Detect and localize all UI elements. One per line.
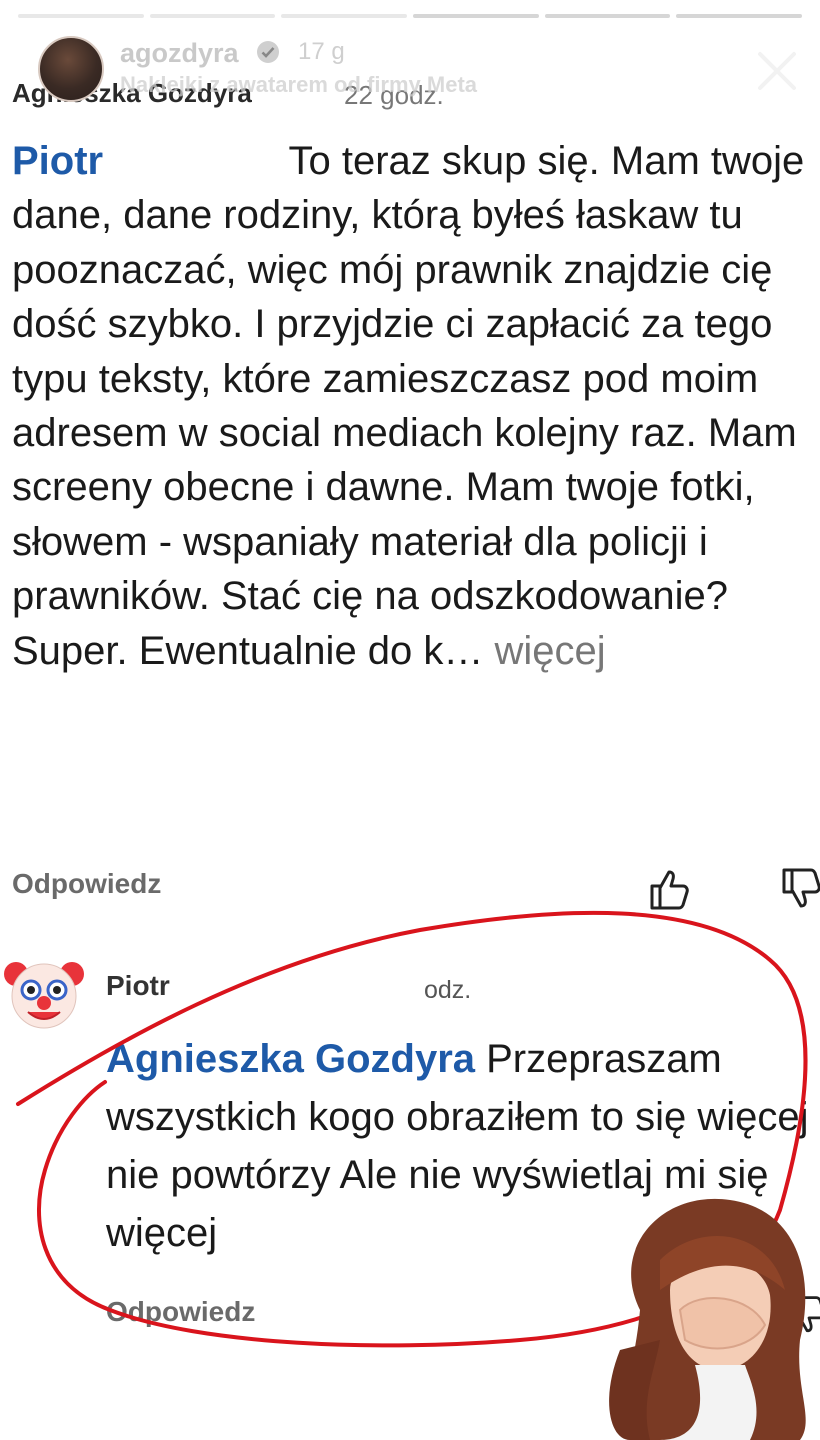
reply-button[interactable]: Odpowiedz: [106, 1296, 255, 1328]
redaction-mask: [103, 144, 279, 174]
close-icon[interactable]: [752, 46, 802, 96]
verified-badge-icon: [257, 41, 279, 63]
story-username[interactable]: agozdyra: [120, 38, 239, 69]
story-progress: [18, 14, 803, 18]
dislike-icon[interactable]: [778, 866, 820, 916]
reply-button[interactable]: Odpowiedz: [12, 868, 161, 900]
progress-segment: [676, 14, 803, 18]
progress-segment: [18, 14, 144, 18]
like-icon[interactable]: [646, 864, 696, 914]
avatar-sticker-label[interactable]: Naklejki z awatarem od firmy Meta: [120, 72, 477, 98]
comment-text: Piotr To teraz skup się. Mam twoje dane,…: [12, 139, 805, 673]
profile-avatar[interactable]: [38, 36, 104, 102]
story-time: 17 g: [298, 38, 345, 65]
see-more-link[interactable]: więcej: [495, 629, 606, 673]
progress-segment: [281, 14, 408, 18]
mention-link[interactable]: Piotr: [12, 139, 103, 183]
comment-time: odz.: [424, 976, 472, 1004]
progress-segment: [149, 14, 276, 18]
mention-link[interactable]: Agnieszka Gozdyra: [106, 1037, 475, 1081]
progress-segment: [413, 14, 539, 18]
story-header: agozdyra 17 g Naklejki z awatarem od fir…: [30, 32, 820, 112]
clown-avatar-icon[interactable]: [2, 952, 86, 1036]
comment-author[interactable]: Piotr: [106, 970, 170, 1002]
facepalm-avatar-sticker: [609, 1198, 806, 1440]
progress-segment: [544, 14, 671, 18]
